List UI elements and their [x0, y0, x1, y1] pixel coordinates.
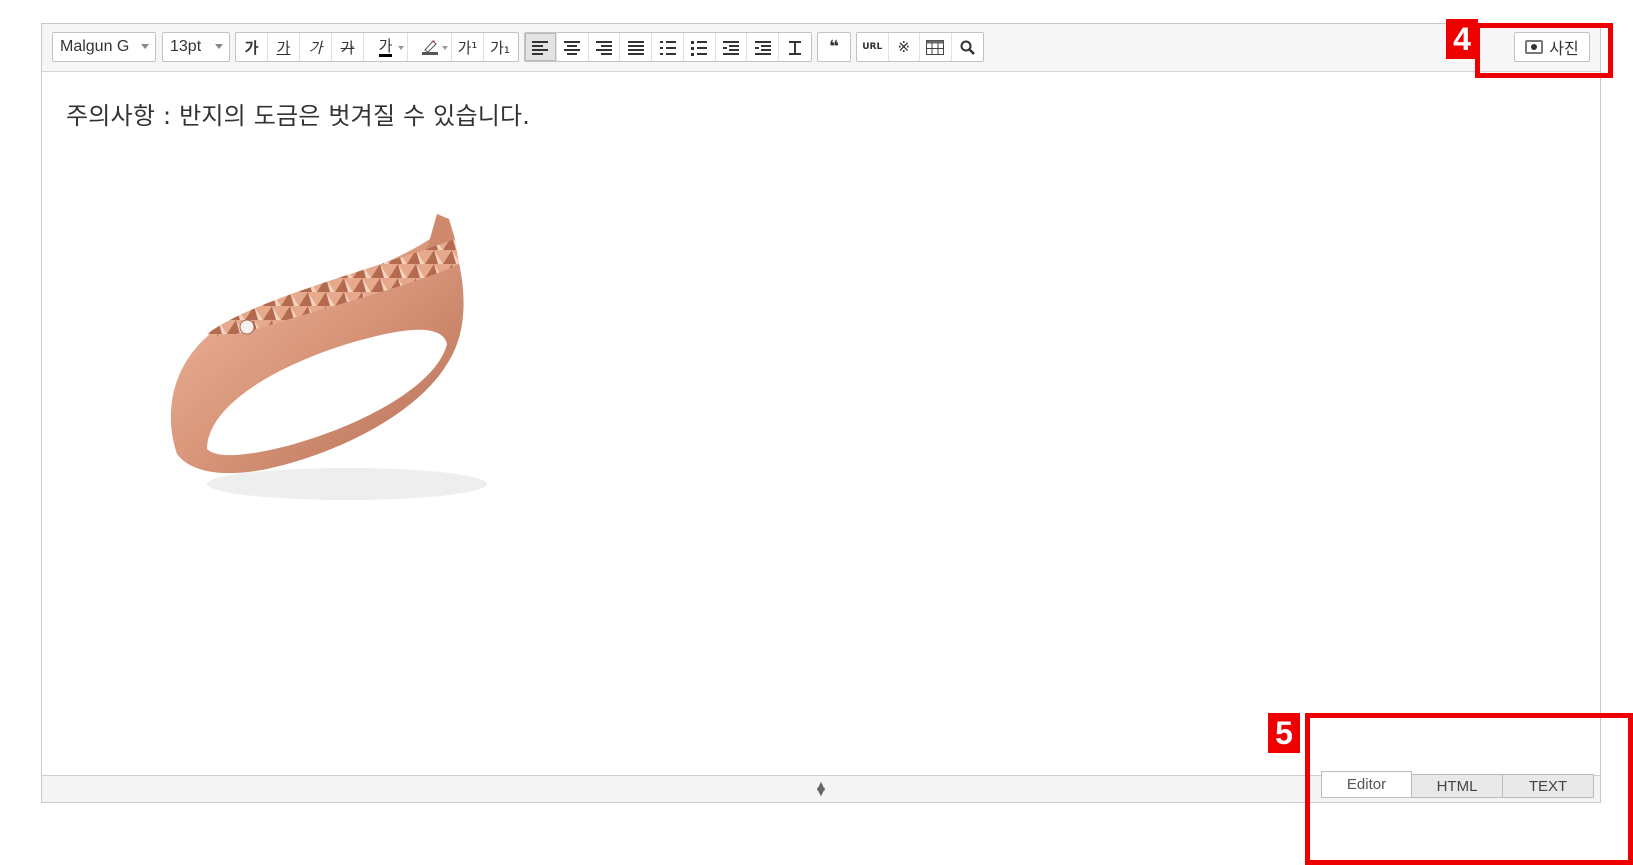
table-button[interactable] — [920, 33, 952, 61]
chevron-down-icon — [215, 44, 223, 49]
indent-button[interactable] — [747, 33, 780, 61]
subscript-icon: 가₁ — [490, 38, 510, 57]
align-right-button[interactable] — [589, 33, 621, 61]
align-center-icon — [564, 40, 581, 55]
annotation-number-4: 4 — [1446, 19, 1478, 59]
resize-handle-icon[interactable]: ▲ ▼ — [817, 780, 825, 797]
outdent-icon — [723, 40, 740, 55]
font-family-value: Malgun G — [60, 38, 130, 55]
quote-group: ❝ — [817, 32, 851, 62]
unordered-list-icon — [691, 40, 708, 56]
font-size-select[interactable]: 13pt — [162, 32, 230, 62]
font-color-icon: 가 — [378, 36, 393, 57]
annotation-box-4 — [1475, 23, 1613, 78]
editor-toolbar: Malgun G 13pt 가 가 가 가 가 가¹ 가₁ ❝ URL ※ 사진 — [42, 24, 1600, 72]
quote-button[interactable]: ❝ — [818, 33, 850, 61]
quote-icon: ❝ — [829, 37, 839, 57]
link-button[interactable]: URL — [857, 33, 889, 61]
special-char-button[interactable]: ※ — [889, 33, 920, 61]
highlight-color-button[interactable] — [408, 33, 452, 61]
italic-button[interactable]: 가 — [300, 33, 332, 61]
strikethrough-icon: 가 — [340, 38, 355, 57]
special-char-icon: ※ — [897, 38, 911, 56]
indent-icon — [754, 40, 771, 55]
ordered-list-button[interactable] — [652, 33, 684, 61]
notice-text: 주의사항 : 반지의 도금은 벗겨질 수 있습니다. — [66, 102, 531, 130]
unordered-list-button[interactable] — [684, 33, 716, 61]
font-family-select[interactable]: Malgun G — [52, 32, 156, 62]
annotation-box-5 — [1305, 713, 1633, 865]
table-icon — [926, 39, 945, 55]
align-justify-button[interactable] — [620, 33, 653, 61]
highlighter-icon — [421, 40, 438, 55]
search-icon — [960, 40, 975, 55]
find-button[interactable] — [952, 33, 983, 61]
superscript-icon: 가¹ — [457, 38, 478, 57]
align-center-button[interactable] — [557, 33, 589, 61]
bold-icon: 가 — [244, 38, 259, 57]
line-height-button[interactable] — [779, 33, 811, 61]
url-icon: URL — [862, 42, 883, 52]
underline-button[interactable]: 가 — [268, 33, 300, 61]
font-size-value: 13pt — [170, 38, 202, 55]
editor-frame: Malgun G 13pt 가 가 가 가 가 가¹ 가₁ ❝ URL ※ 사진… — [41, 23, 1601, 803]
ordered-list-icon — [659, 40, 676, 55]
chevron-down-icon — [141, 44, 149, 49]
align-justify-icon — [627, 40, 644, 55]
ring-image — [170, 214, 487, 500]
bold-button[interactable]: 가 — [236, 33, 268, 61]
align-left-button[interactable] — [525, 33, 557, 61]
text-format-group: 가 가 가 가 가 가¹ 가₁ — [235, 32, 519, 62]
underline-icon: 가 — [276, 38, 291, 57]
align-right-icon — [595, 40, 612, 55]
superscript-button[interactable]: 가¹ — [452, 33, 484, 61]
align-left-icon — [532, 40, 549, 55]
paragraph-group — [524, 32, 812, 62]
italic-icon: 가 — [308, 38, 323, 57]
chevron-down-icon — [442, 46, 448, 50]
chevron-down-icon — [398, 46, 404, 50]
line-height-icon — [787, 40, 803, 55]
annotation-number-5: 5 — [1268, 713, 1300, 753]
strikethrough-button[interactable]: 가 — [332, 33, 364, 61]
outdent-button[interactable] — [716, 33, 748, 61]
subscript-button[interactable]: 가₁ — [484, 33, 516, 61]
insert-group: URL ※ — [856, 32, 984, 62]
font-color-button[interactable]: 가 — [364, 33, 408, 61]
